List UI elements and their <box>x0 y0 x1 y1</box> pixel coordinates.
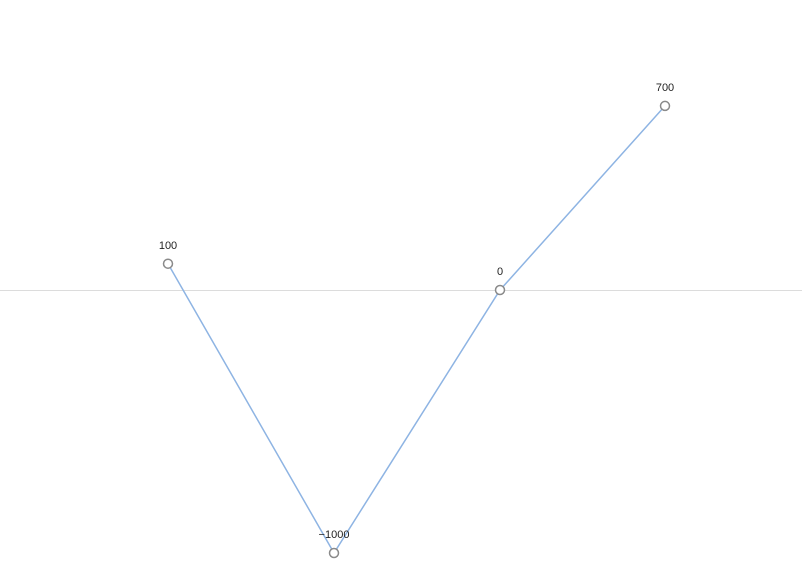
data-point-2 <box>496 286 505 295</box>
data-point-1 <box>330 549 339 558</box>
line-chart <box>0 0 802 587</box>
data-label-0: 100 <box>159 240 177 252</box>
data-point-3 <box>661 101 670 110</box>
series-line <box>168 106 665 553</box>
chart-container: 100 −1000 0 700 <box>0 0 802 587</box>
data-points-group <box>164 101 670 557</box>
data-label-2: 0 <box>497 266 503 278</box>
data-point-0 <box>164 259 173 268</box>
data-label-1: −1000 <box>319 529 350 541</box>
data-label-3: 700 <box>656 82 674 94</box>
